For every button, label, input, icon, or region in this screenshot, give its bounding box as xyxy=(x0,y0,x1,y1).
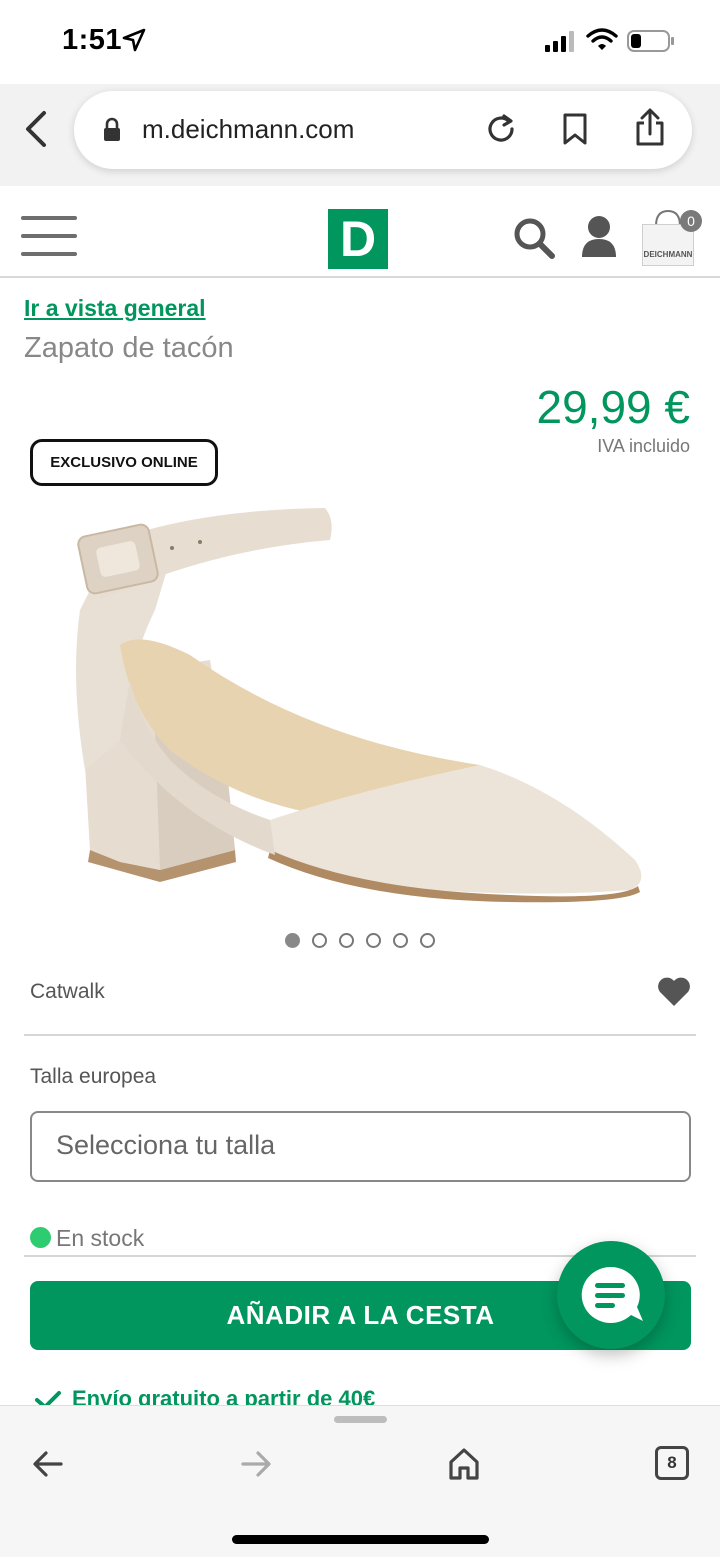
screen: 1:51 m.deichmann.com D DEICHMANN 0 Ir a … xyxy=(0,0,720,1557)
exclusive-online-badge: EXCLUSIVO ONLINE xyxy=(30,439,218,486)
status-time: 1:51 xyxy=(62,24,123,56)
product-price: 29,99 € xyxy=(536,381,690,433)
overview-link[interactable]: Ir a vista general xyxy=(24,295,206,322)
battery-icon xyxy=(627,30,674,52)
reload-icon[interactable] xyxy=(484,112,518,146)
arrow-left-icon[interactable] xyxy=(32,1450,64,1478)
vat-note: IVA incluido xyxy=(597,436,690,456)
share-icon[interactable] xyxy=(634,108,666,148)
carousel-dot[interactable] xyxy=(339,933,354,948)
brand-name: Catwalk xyxy=(30,980,105,1003)
cart-count-badge: 0 xyxy=(680,210,702,232)
product-image[interactable] xyxy=(60,490,660,910)
chat-icon[interactable] xyxy=(579,1265,645,1327)
user-icon[interactable] xyxy=(580,215,618,259)
divider xyxy=(24,1034,696,1036)
grab-handle[interactable] xyxy=(334,1416,387,1423)
heart-icon[interactable] xyxy=(656,976,692,1008)
url-text[interactable]: m.deichmann.com xyxy=(142,114,354,145)
carousel-dot[interactable] xyxy=(312,933,327,948)
carousel-dot[interactable] xyxy=(420,933,435,948)
carousel-dot[interactable] xyxy=(393,933,408,948)
location-arrow-icon xyxy=(122,28,146,52)
signal-icon xyxy=(545,31,574,52)
hamburger-icon[interactable] xyxy=(21,216,77,258)
wifi-icon xyxy=(586,28,618,50)
carousel-dot[interactable] xyxy=(366,933,381,948)
cart-bag-label: DEICHMANN xyxy=(643,250,693,259)
bookmark-icon[interactable] xyxy=(561,112,589,146)
stock-status: En stock xyxy=(56,1225,145,1251)
arrow-right-icon[interactable] xyxy=(240,1450,272,1478)
stock-indicator-dot xyxy=(30,1227,51,1248)
back-chevron-icon[interactable] xyxy=(22,110,50,148)
tabs-button[interactable]: 8 xyxy=(655,1446,689,1480)
carousel-dot[interactable] xyxy=(285,933,300,948)
home-indicator xyxy=(232,1535,489,1544)
size-select-placeholder[interactable]: Selecciona tu talla xyxy=(56,1130,275,1161)
home-icon[interactable] xyxy=(448,1447,480,1481)
deichmann-logo[interactable]: D xyxy=(328,209,388,269)
search-icon[interactable] xyxy=(512,216,556,260)
product-type: Zapato de tacón xyxy=(24,332,234,364)
lock-icon xyxy=(104,117,120,141)
size-label: Talla europea xyxy=(30,1065,157,1088)
